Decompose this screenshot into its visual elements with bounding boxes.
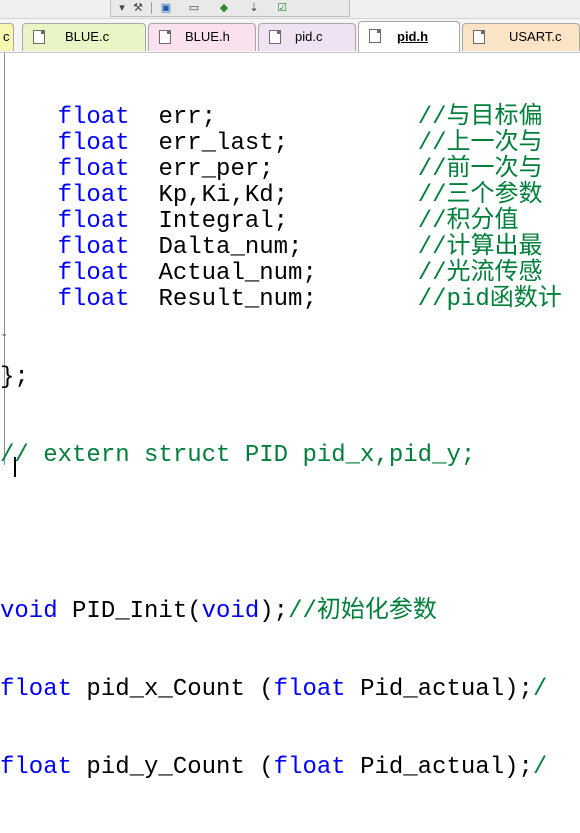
identifier [0, 260, 58, 287]
code-line: // extern struct PID pid_x,pid_y; [0, 442, 476, 469]
type-keyword: float [57, 130, 130, 157]
arrow-down-icon[interactable]: ⇣ [247, 1, 261, 14]
file-tab-bar: c BLUE.c BLUE.h pid.c pid.h USART.c [0, 19, 580, 53]
struct-member-line: float err_per; //前一次与 [0, 157, 562, 183]
identifier [0, 156, 58, 183]
file-icon [33, 30, 45, 44]
window-icon[interactable]: ▣ [159, 1, 173, 14]
line-comment: //光流传感 [417, 260, 543, 287]
code-line: void PID_Init(void);//初始化参数 [0, 598, 437, 625]
identifier: Kp,Ki,Kd; [158, 182, 289, 209]
toolbar: ▾ ⚒ ▣ ▭ ◆ ⇣ ☑ [0, 0, 580, 19]
tab-pid-h[interactable]: pid.h [358, 21, 460, 52]
file-icon [159, 30, 171, 44]
file-icon [369, 29, 381, 43]
struct-member-line: float Result_num; //pid函数计 [0, 287, 562, 313]
tab-blue-c[interactable]: BLUE.c [22, 23, 146, 51]
tab-partial[interactable]: c [0, 23, 14, 51]
identifier [0, 286, 58, 313]
identifier [0, 234, 58, 261]
type-keyword: float [57, 234, 130, 261]
file-icon [269, 30, 281, 44]
identifier: Dalta_num; [158, 234, 303, 261]
toolbar-button-group: ▾ ⚒ ▣ ▭ ◆ ⇣ ☑ [110, 0, 350, 17]
identifier [288, 208, 418, 235]
line-comment: //pid函数计 [417, 286, 562, 313]
identifier [302, 234, 417, 261]
identifier [0, 182, 58, 209]
diamond-icon[interactable]: ◆ [217, 1, 231, 14]
tab-usart-c[interactable]: USART.c [462, 23, 580, 51]
struct-member-line: float Dalta_num; //计算出最 [0, 235, 562, 261]
identifier [317, 286, 418, 313]
tab-blue-h[interactable]: BLUE.h [148, 23, 256, 51]
identifier [0, 130, 58, 157]
code-line: float pid_x_Count (float Pid_actual);/ [0, 676, 548, 703]
line-comment: //上一次与 [417, 130, 543, 157]
type-keyword: float [57, 104, 130, 131]
code-area: float err; //与目标偏 float err_last; //上一次与… [0, 53, 562, 833]
line-comment: //计算出最 [417, 234, 543, 261]
struct-member-line: float Integral; //积分值 [0, 209, 562, 235]
toolbar-separator [151, 2, 152, 14]
struct-member-line: float err; //与目标偏 [0, 105, 562, 131]
line-comment: //三个参数 [417, 182, 543, 209]
layout-icon[interactable]: ▭ [187, 1, 201, 14]
tool-icon[interactable]: ⚒ [131, 1, 145, 14]
struct-member-line: float err_last; //上一次与 [0, 131, 562, 157]
identifier [0, 208, 58, 235]
identifier [288, 182, 418, 209]
code-line: float pid_y_Count (float Pid_actual);/ [0, 754, 548, 781]
identifier: Integral; [158, 208, 289, 235]
identifier [317, 260, 418, 287]
identifier: err_per; [158, 156, 274, 183]
struct-member-line: float Kp,Ki,Kd; //三个参数 [0, 183, 562, 209]
file-icon [473, 30, 485, 44]
identifier: err; [158, 104, 217, 131]
identifier [216, 104, 418, 131]
tab-pid-c[interactable]: pid.c [258, 23, 356, 51]
line-comment: //前一次与 [417, 156, 543, 183]
identifier: Actual_num; [158, 260, 317, 287]
type-keyword: float [57, 260, 130, 287]
identifier [288, 130, 418, 157]
dropdown-arrow-icon[interactable]: ▾ [115, 1, 129, 14]
type-keyword: float [57, 208, 130, 235]
check-image-icon[interactable]: ☑ [275, 1, 289, 14]
struct-member-line: float Actual_num; //光流传感 [0, 261, 562, 287]
code-line: }; [0, 364, 29, 391]
line-comment: //与目标偏 [417, 104, 543, 131]
identifier [0, 104, 58, 131]
identifier: Result_num; [158, 286, 317, 313]
line-comment: //积分值 [417, 208, 519, 235]
text-cursor [14, 457, 16, 477]
type-keyword: float [57, 156, 130, 183]
identifier [274, 156, 418, 183]
code-editor[interactable]: - float err; //与目标偏 float err_last; //上一… [0, 53, 580, 781]
type-keyword: float [57, 286, 130, 313]
type-keyword: float [57, 182, 130, 209]
identifier: err_last; [158, 130, 289, 157]
